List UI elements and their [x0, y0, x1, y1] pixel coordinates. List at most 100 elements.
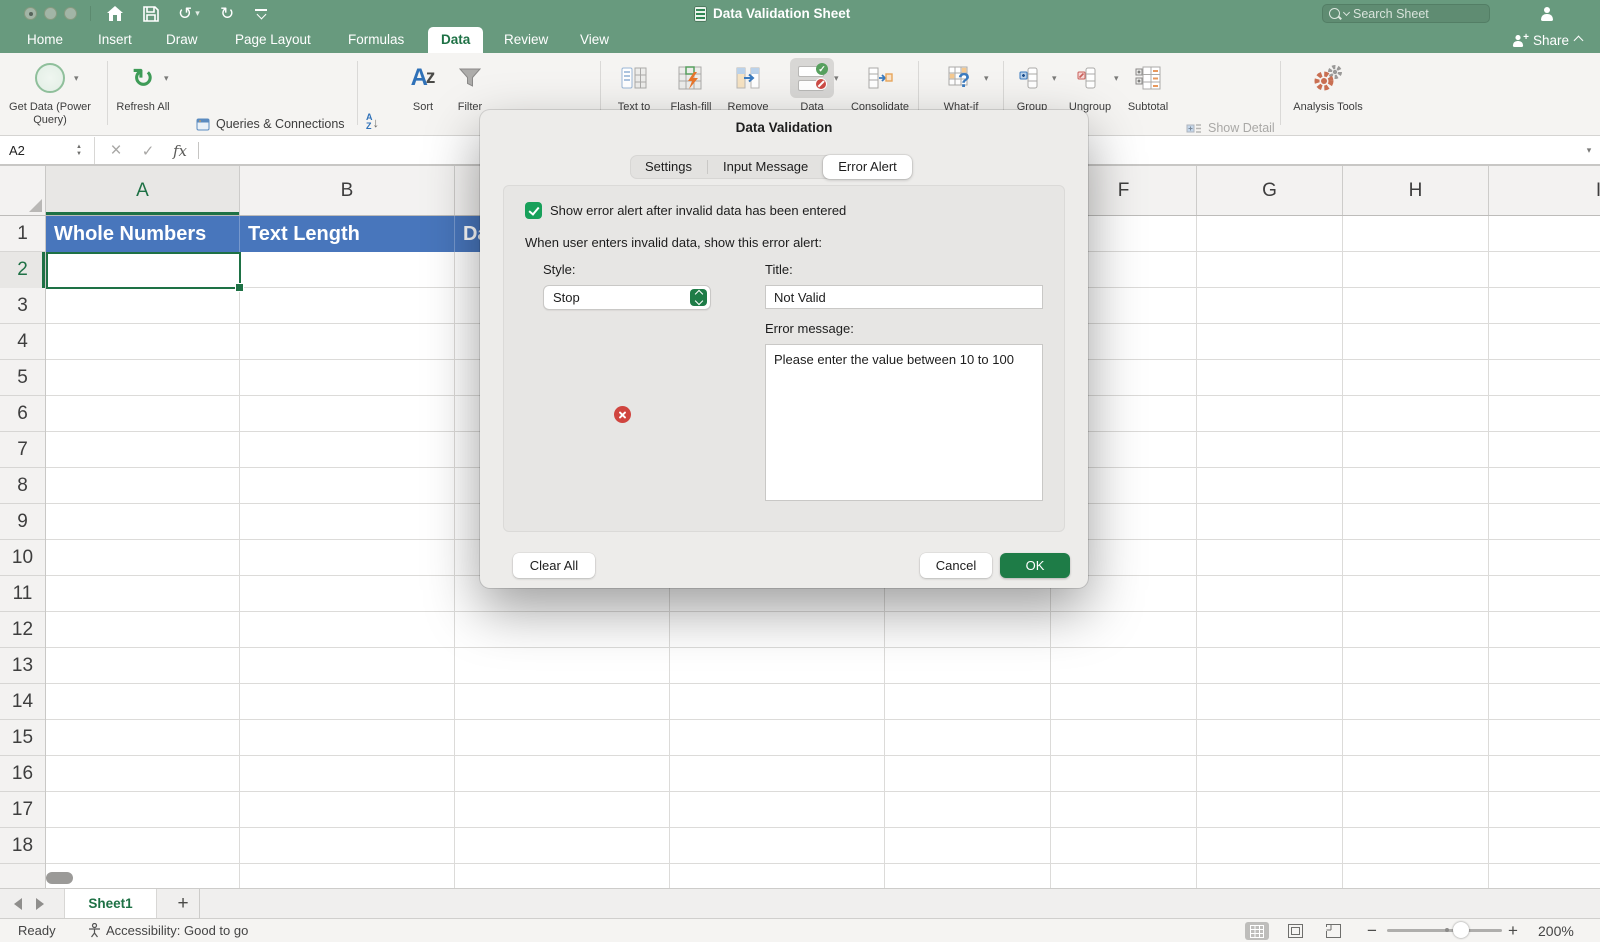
zoom-slider-thumb[interactable] [1453, 922, 1469, 938]
row-header-10[interactable]: 10 [0, 540, 45, 576]
stepper-up-icon[interactable]: ▲ [76, 144, 82, 151]
insert-function-button[interactable]: fx [168, 137, 192, 164]
data-validation-caret-icon[interactable]: ▾ [834, 73, 839, 84]
consolidate-button[interactable]: Consolidate [846, 57, 914, 114]
stepper-down-icon[interactable]: ▼ [76, 151, 82, 158]
tab-view[interactable]: View [567, 27, 622, 53]
account-button[interactable] [1540, 0, 1554, 27]
refresh-all-button[interactable]: ↻ ▾ Refresh All [112, 57, 174, 114]
selected-cell-a2[interactable] [46, 252, 241, 289]
style-label: Style: [543, 262, 576, 277]
get-data-button[interactable]: ▾ Get Data (Power Query) [2, 57, 98, 126]
row-header-6[interactable]: 6 [0, 396, 45, 432]
undo-caret-icon[interactable]: ▾ [195, 8, 200, 19]
zoom-window-button[interactable] [64, 7, 77, 20]
next-sheet-icon[interactable] [36, 898, 44, 910]
group-caret-icon[interactable]: ▾ [1052, 73, 1057, 84]
row-header-11[interactable]: 11 [0, 576, 45, 612]
subtotal-button[interactable]: Subtotal [1122, 57, 1174, 114]
tab-review[interactable]: Review [491, 27, 561, 53]
error-message-field[interactable]: Please enter the value between 10 to 100 [765, 344, 1043, 501]
page-break-view-button[interactable] [1321, 922, 1345, 940]
style-dropdown[interactable]: Stop [543, 285, 711, 310]
row-header-8[interactable]: 8 [0, 468, 45, 504]
add-sheet-button[interactable]: + [168, 889, 198, 918]
ungroup-button[interactable]: ▾ Ungroup [1062, 57, 1118, 114]
search-input[interactable]: Search Sheet [1322, 4, 1490, 23]
data-validation-button[interactable]: ✓ ▾ Data [784, 57, 840, 114]
fill-handle[interactable] [235, 283, 244, 292]
tab-home[interactable]: Home [14, 27, 76, 53]
row-header-17[interactable]: 17 [0, 792, 45, 828]
column-header-g[interactable]: G [1197, 166, 1343, 215]
normal-view-button[interactable] [1245, 922, 1269, 940]
share-button[interactable]: + Share [1511, 27, 1582, 53]
row-header-13[interactable]: 13 [0, 648, 45, 684]
filter-button[interactable]: Filter [448, 57, 492, 114]
title-field[interactable]: Not Valid [765, 285, 1043, 309]
row-header-9[interactable]: 9 [0, 504, 45, 540]
sort-asc-button[interactable]: AZ ↓ [366, 113, 398, 131]
tab-data[interactable]: Data [428, 27, 483, 53]
row-header-4[interactable]: 4 [0, 324, 45, 360]
redo-button[interactable]: ↻ [220, 0, 234, 27]
column-header-i[interactable]: I [1489, 166, 1600, 215]
flash-fill-button[interactable]: Flash-fill [663, 57, 719, 114]
minimize-window-button[interactable] [44, 7, 57, 20]
tab-page-layout[interactable]: Page Layout [222, 27, 324, 53]
close-window-button[interactable] [24, 7, 37, 20]
tab-settings[interactable]: Settings [630, 155, 707, 179]
save-button[interactable] [143, 0, 159, 27]
column-header-a[interactable]: A [46, 166, 240, 215]
cancel-button[interactable]: Cancel [920, 553, 992, 578]
row-header-3[interactable]: 3 [0, 288, 45, 324]
zoom-out-button[interactable]: − [1367, 919, 1377, 942]
clear-all-button[interactable]: Clear All [513, 553, 595, 578]
row-header-2[interactable]: 2 [0, 252, 45, 288]
zoom-in-button[interactable]: + [1508, 919, 1518, 942]
horizontal-scrollbar-thumb[interactable] [46, 872, 73, 884]
formula-confirm-button[interactable]: ✓ [136, 137, 160, 164]
row-header-15[interactable]: 15 [0, 720, 45, 756]
home-button[interactable] [106, 0, 124, 27]
row-header-12[interactable]: 12 [0, 612, 45, 648]
page-layout-view-button[interactable] [1283, 922, 1307, 940]
collapse-ribbon-icon[interactable] [1574, 35, 1584, 45]
cell-a1[interactable]: Whole Numbers [46, 216, 240, 252]
column-header-h[interactable]: H [1343, 166, 1489, 215]
text-to-columns-button[interactable]: Text to [607, 57, 661, 114]
tab-error-alert[interactable]: Error Alert [823, 155, 912, 179]
formula-cancel-button[interactable]: × [104, 137, 128, 164]
undo-button[interactable]: ↺ ▾ [178, 0, 200, 27]
what-if-button[interactable]: ? ▾ What-if [928, 57, 994, 114]
row-header-5[interactable]: 5 [0, 360, 45, 396]
get-data-caret-icon[interactable]: ▾ [74, 73, 79, 84]
row-header-16[interactable]: 16 [0, 756, 45, 792]
column-header-b[interactable]: B [240, 166, 455, 215]
row-header-7[interactable]: 7 [0, 432, 45, 468]
analysis-tools-button[interactable]: Analysis Tools [1292, 57, 1364, 114]
cell-b1[interactable]: Text Length [240, 216, 455, 252]
row-header-18[interactable]: 18 [0, 828, 45, 864]
refresh-caret-icon[interactable]: ▾ [164, 73, 169, 84]
formula-bar-expand-button[interactable]: ▾ [1580, 137, 1598, 164]
what-if-caret-icon[interactable]: ▾ [984, 73, 989, 84]
customize-toolbar-button[interactable] [255, 0, 267, 27]
sheet-tab-sheet1[interactable]: Sheet1 [64, 889, 157, 918]
sort-button[interactable]: Az Sort [400, 57, 446, 114]
group-button[interactable]: ▾ Group [1008, 57, 1056, 114]
select-all-corner[interactable] [0, 166, 46, 216]
row-header-14[interactable]: 14 [0, 684, 45, 720]
ungroup-caret-icon[interactable]: ▾ [1114, 73, 1119, 84]
prev-sheet-icon[interactable] [14, 898, 22, 910]
row-header-1[interactable]: 1 [0, 216, 45, 252]
ok-button[interactable]: OK [1000, 553, 1070, 578]
tab-input-message[interactable]: Input Message [708, 155, 823, 179]
tab-insert[interactable]: Insert [85, 27, 145, 53]
show-error-alert-checkbox[interactable] [525, 202, 542, 219]
remove-duplicates-button[interactable]: Remove [722, 57, 774, 114]
queries-connections-button[interactable]: Queries & Connections [196, 111, 345, 137]
name-box-stepper[interactable]: ▲ ▼ [72, 140, 86, 161]
tab-formulas[interactable]: Formulas [335, 27, 417, 53]
tab-draw[interactable]: Draw [153, 27, 211, 53]
